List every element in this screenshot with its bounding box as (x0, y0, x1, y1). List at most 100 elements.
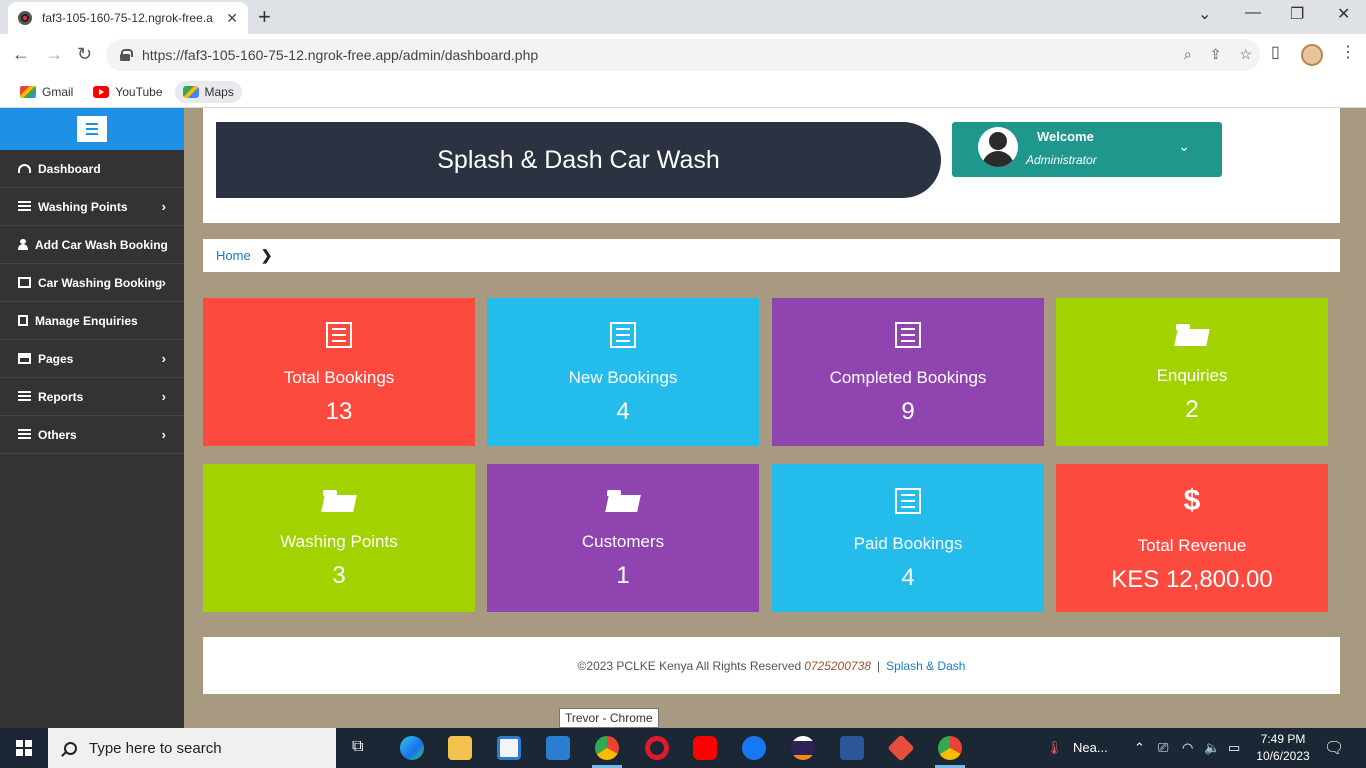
bookmark-gmail[interactable]: Gmail (12, 81, 81, 103)
card-label: New Bookings (568, 368, 678, 387)
mail-icon[interactable] (546, 736, 570, 760)
address-bar[interactable]: https://faf3-105-160-75-12.ngrok-free.ap… (106, 39, 1260, 71)
wifi-icon[interactable]: ◠ (1182, 740, 1193, 756)
card-value: 13 (325, 398, 353, 425)
card-value: 2 (1185, 396, 1199, 423)
card-enquiries[interactable]: Enquiries 2 (1056, 298, 1328, 446)
edge-icon[interactable] (400, 736, 424, 760)
taskbar-search-box[interactable]: Type here to search (48, 728, 336, 768)
sidebar-item-manage-enquiries[interactable]: Manage Enquiries (0, 302, 184, 340)
taskbar-tooltip: Trevor - Chrome (559, 708, 659, 728)
thermometer-icon[interactable]: 🌡 (1046, 740, 1063, 756)
anydesk-icon[interactable] (887, 734, 915, 762)
user-menu-dropdown[interactable]: Welcome Administrator ⌄ (952, 122, 1222, 177)
card-total-revenue[interactable]: $ Total Revenue KES 12,800.00 (1056, 464, 1328, 612)
task-view-icon[interactable]: ⧉ (352, 738, 363, 756)
sidebar-item-label: Washing Points (38, 199, 128, 214)
card-new-bookings[interactable]: New Bookings 4 (487, 298, 759, 446)
back-icon[interactable]: ← (12, 44, 30, 65)
windows-start-icon[interactable] (16, 740, 32, 756)
file-explorer-icon[interactable] (448, 736, 472, 760)
chevron-down-icon[interactable]: ⌄ (1178, 138, 1190, 155)
card-paid-bookings[interactable]: Paid Bookings 4 (772, 464, 1044, 612)
chevron-up-icon[interactable]: ⌃ (1134, 740, 1145, 756)
folder-open-icon (323, 490, 355, 512)
form-icon (610, 322, 636, 348)
dollar-icon: $ (1183, 484, 1201, 517)
card-customers[interactable]: Customers 1 (487, 464, 759, 612)
card-washing-points[interactable]: Washing Points 3 (203, 464, 475, 612)
sidebar-item-label: Pages (38, 351, 74, 366)
tab-close-icon[interactable]: ✕ (226, 10, 238, 27)
breadcrumb-home-link[interactable]: Home (216, 248, 251, 263)
sidebar-item-add-car-wash-booking[interactable]: Add Car Wash Booking (0, 226, 184, 264)
footer-brand-link[interactable]: Splash & Dash (886, 659, 965, 673)
word-icon[interactable] (840, 736, 864, 760)
facebook-icon[interactable] (742, 736, 766, 760)
card-value: KES 12,800.00 (1111, 566, 1273, 593)
sidebar: Dashboard Washing Points › Add Car Wash … (0, 108, 184, 728)
user-avatar-icon (978, 127, 1018, 167)
volume-icon[interactable]: 🔈 (1204, 740, 1220, 756)
bookmark-star-icon[interactable]: ☆ (1239, 46, 1252, 63)
chrome-icon[interactable] (595, 736, 619, 760)
share-icon[interactable]: ⇪ (1210, 46, 1222, 63)
card-value: 4 (901, 564, 915, 591)
restore-icon[interactable]: ❐ (1290, 4, 1304, 24)
sidebar-item-label: Manage Enquiries (35, 313, 138, 328)
sidebar-header (0, 108, 184, 150)
file-icon (18, 315, 28, 326)
weather-text[interactable]: Nea... (1073, 740, 1108, 755)
notifications-icon[interactable]: 🗨 (1324, 738, 1344, 758)
sidebar-item-washing-points[interactable]: Washing Points › (0, 188, 184, 226)
welcome-title: Welcome (1037, 129, 1094, 144)
card-completed-bookings[interactable]: Completed Bookings 9 (772, 298, 1044, 446)
windows-taskbar: Type here to search ⧉ 🌡 Nea... ⌃ ⎚ ◠ 🔈 ▭… (0, 728, 1366, 768)
system-clock[interactable]: 7:49 PM 10/6/2023 (1256, 731, 1310, 765)
breadcrumb: Home ❯ (203, 239, 1340, 272)
chrome-profile-icon[interactable] (938, 736, 962, 760)
sidebar-item-dashboard[interactable]: Dashboard (0, 150, 184, 188)
sidebar-item-car-washing-booking[interactable]: Car Washing Booking › (0, 264, 184, 302)
eclipse-icon[interactable] (791, 736, 815, 760)
sidebar-item-others[interactable]: Others › (0, 416, 184, 454)
minimize-icon[interactable]: — (1245, 4, 1261, 22)
form-icon (326, 322, 352, 348)
card-total-bookings[interactable]: Total Bookings 13 (203, 298, 475, 446)
url-text[interactable]: https://faf3-105-160-75-12.ngrok-free.ap… (142, 47, 538, 63)
chevron-right-icon: › (161, 351, 166, 366)
opera-icon[interactable] (645, 736, 669, 760)
bookmark-label: Maps (204, 84, 234, 99)
reload-icon[interactable]: ↻ (77, 44, 92, 65)
profile-avatar-icon[interactable] (1301, 44, 1323, 66)
zoom-icon[interactable]: ⌕ (1184, 46, 1192, 63)
list-icon (18, 201, 31, 212)
sidebar-item-reports[interactable]: Reports › (0, 378, 184, 416)
close-window-icon[interactable]: ✕ (1337, 4, 1350, 24)
new-tab-icon[interactable]: + (258, 4, 271, 30)
store-icon[interactable] (497, 736, 521, 760)
bookmark-maps[interactable]: Maps (174, 80, 242, 103)
folder-open-icon (607, 490, 639, 512)
chevron-right-icon: › (161, 199, 166, 214)
card-label: Customers (581, 532, 665, 551)
forward-icon[interactable]: → (45, 44, 63, 65)
sidebar-item-label: Add Car Wash Booking (35, 237, 168, 252)
lock-icon[interactable] (120, 49, 133, 61)
meet-now-icon[interactable]: ⎚ (1158, 740, 1168, 756)
main-content: Splash & Dash Car Wash Welcome Administr… (184, 108, 1366, 728)
card-label: Total Revenue (1137, 536, 1247, 555)
maps-icon (182, 85, 199, 98)
menu-toggle-icon[interactable] (77, 116, 107, 142)
chevron-right-icon: › (161, 275, 166, 290)
bookmark-youtube[interactable]: YouTube (85, 81, 170, 103)
bookmark-label: Gmail (42, 84, 74, 99)
youtube-app-icon[interactable] (693, 736, 717, 760)
tab-search-chevron-icon[interactable]: ⌄ (1198, 4, 1211, 24)
sidebar-item-pages[interactable]: Pages › (0, 340, 184, 378)
battery-icon[interactable]: ▭ (1228, 740, 1240, 756)
browser-tab[interactable]: faf3-105-160-75-12.ngrok-free.a ✕ (8, 2, 248, 34)
chrome-menu-icon[interactable]: ⋮ (1340, 42, 1356, 62)
side-panel-icon[interactable]: ▯ (1271, 42, 1280, 62)
site-brand-title: Splash & Dash Car Wash (216, 122, 941, 198)
